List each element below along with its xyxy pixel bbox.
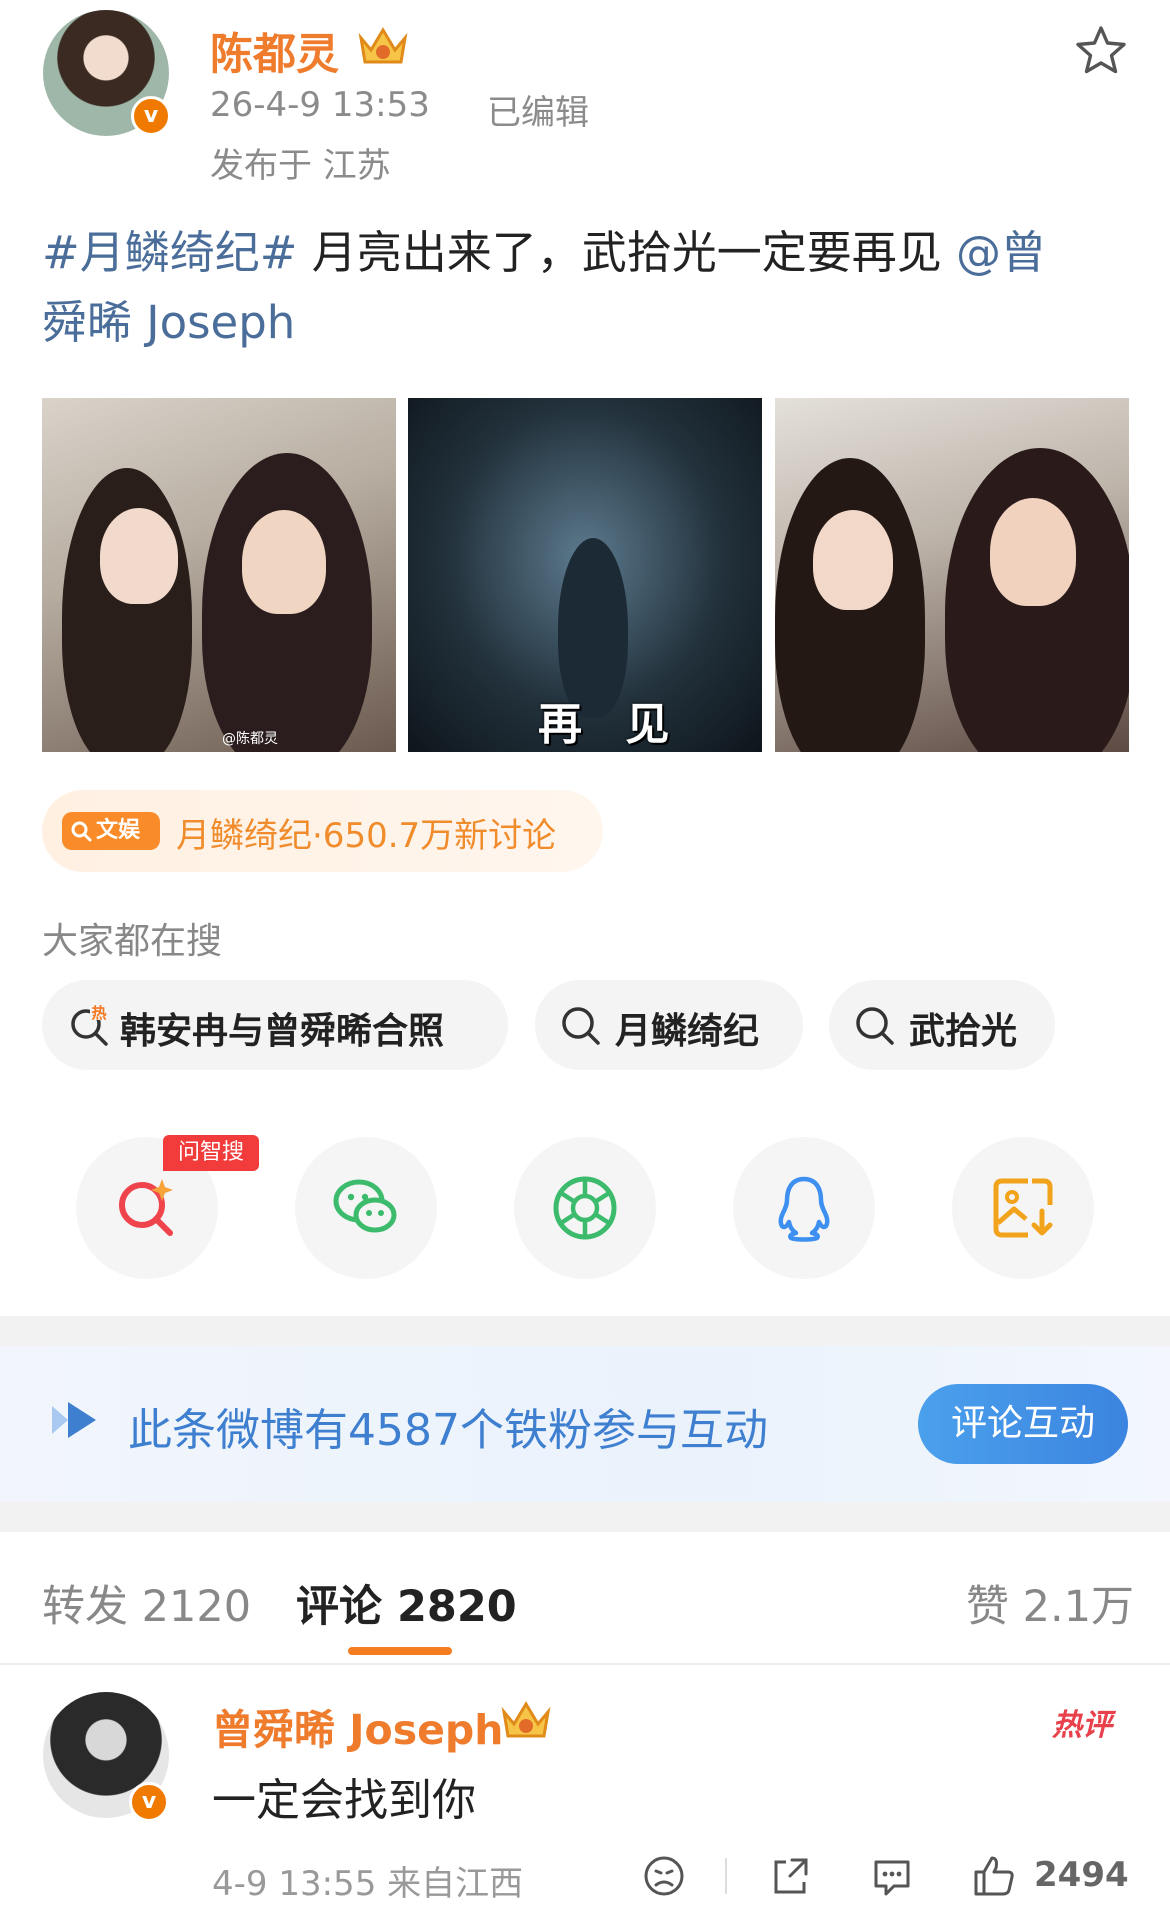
edited-label[interactable]: 已编辑 bbox=[487, 85, 589, 134]
search-icon bbox=[71, 821, 92, 842]
active-tab-indicator bbox=[348, 1647, 452, 1655]
comment-interact-button[interactable]: 评论互动 bbox=[918, 1384, 1128, 1464]
tabs-divider bbox=[0, 1663, 1170, 1665]
face bbox=[990, 498, 1076, 606]
section-divider bbox=[0, 1316, 1170, 1346]
tab-comments-label: 评论 bbox=[296, 1582, 382, 1632]
search-chip-3[interactable]: 武拾光 bbox=[829, 980, 1055, 1070]
search-chip-2[interactable]: 月鳞绮纪 bbox=[535, 980, 803, 1070]
topic-tag-label: 文娱 bbox=[96, 818, 141, 843]
mention-link[interactable]: @曾 bbox=[956, 226, 1046, 279]
moments-icon bbox=[553, 1176, 617, 1240]
comment-like-count: 2494 bbox=[1034, 1855, 1129, 1895]
post-image-2[interactable]: 再 见 bbox=[408, 398, 762, 752]
share-wechat-button[interactable] bbox=[295, 1137, 437, 1279]
post-image-1[interactable]: @陈都灵 bbox=[42, 398, 396, 752]
hot-comment-badge: 热评 bbox=[1052, 1708, 1112, 1743]
ask-search-badge: 问智搜 bbox=[163, 1135, 259, 1171]
image-caption: 再 见 bbox=[538, 699, 684, 750]
post-text: #月鳞绮纪# 月亮出来了，武拾光一定要再见 @曾 舜晞 Joseph bbox=[42, 218, 1132, 358]
like-icon[interactable] bbox=[972, 1854, 1016, 1898]
post-location: 发布于 江苏 bbox=[210, 146, 391, 186]
face bbox=[100, 508, 178, 604]
tab-likes-label: 赞 bbox=[966, 1582, 1009, 1632]
tab-likes[interactable]: 赞 2.1万 bbox=[966, 1572, 1134, 1634]
wechat-icon bbox=[333, 1179, 397, 1233]
face bbox=[813, 510, 893, 610]
tab-comments[interactable]: 评论 2820 bbox=[296, 1572, 517, 1634]
post-body: 月亮出来了，武拾光一定要再见 bbox=[297, 226, 957, 279]
tab-repost-count: 2120 bbox=[141, 1582, 252, 1632]
commenter-name[interactable]: 曾舜晞 Joseph bbox=[212, 1696, 503, 1756]
tab-repost[interactable]: 转发 2120 bbox=[42, 1572, 251, 1634]
tab-comments-count: 2820 bbox=[396, 1582, 517, 1632]
svg-text:热: 热 bbox=[91, 1004, 106, 1022]
tab-repost-label: 转发 bbox=[42, 1582, 128, 1632]
comment-text: 一定会找到你 bbox=[212, 1775, 476, 1826]
chip-label: 月鳞绮纪 bbox=[615, 1011, 760, 1052]
verified-badge-icon: v bbox=[129, 1782, 169, 1822]
crown-icon bbox=[501, 1701, 551, 1738]
action-separator bbox=[725, 1858, 727, 1894]
topic-tag: 文娱 bbox=[62, 812, 160, 850]
save-image-button[interactable] bbox=[952, 1137, 1094, 1279]
topic-text: 月鳞绮纪·650.7万新讨论 bbox=[176, 816, 557, 856]
hashtag-link[interactable]: #月鳞绮纪# bbox=[42, 226, 297, 279]
share-qq-button[interactable] bbox=[733, 1137, 875, 1279]
tab-likes-count: 2.1万 bbox=[1022, 1582, 1135, 1632]
author-name[interactable]: 陈都灵 bbox=[210, 20, 339, 82]
search-icon bbox=[856, 1007, 894, 1045]
share-icon[interactable] bbox=[768, 1854, 812, 1898]
fans-text: 此条微博有4587个铁粉参与互动 bbox=[128, 1405, 768, 1456]
face bbox=[242, 510, 326, 614]
mention-link-cont[interactable]: 舜晞 Joseph bbox=[42, 296, 295, 349]
favorite-star-icon[interactable] bbox=[1074, 24, 1128, 76]
comment-time: 4-9 13:55 来自江西 bbox=[212, 1864, 524, 1904]
crown-icon bbox=[358, 27, 408, 64]
reply-icon[interactable] bbox=[870, 1854, 914, 1898]
qq-icon bbox=[778, 1176, 830, 1242]
fans-banner[interactable]: 此条微博有4587个铁粉参与互动 评论互动 bbox=[0, 1346, 1170, 1502]
verified-badge-icon: v bbox=[131, 96, 171, 136]
hot-search-icon: 热 bbox=[71, 1004, 108, 1046]
ask-search-icon bbox=[119, 1179, 173, 1236]
section-divider bbox=[0, 1502, 1170, 1532]
save-image-icon bbox=[993, 1178, 1053, 1238]
share-moments-button[interactable] bbox=[514, 1137, 656, 1279]
chip-label: 韩安冉与曾舜晞合照 bbox=[120, 1011, 445, 1052]
topic-pill[interactable]: 文娱 月鳞绮纪·650.7万新讨论 bbox=[42, 790, 603, 872]
post-image-3[interactable] bbox=[775, 398, 1129, 752]
search-icon bbox=[562, 1007, 600, 1045]
search-chip-1[interactable]: 热 韩安冉与曾舜晞合照 bbox=[42, 980, 508, 1070]
search-section-title: 大家都在搜 bbox=[42, 921, 223, 962]
reaction-icon[interactable] bbox=[642, 1854, 686, 1898]
fans-icon bbox=[52, 1402, 96, 1438]
image-watermark: @陈都灵 bbox=[222, 731, 278, 747]
post-time: 26-4-9 13:53 bbox=[210, 85, 430, 125]
chip-label: 武拾光 bbox=[909, 1011, 1018, 1052]
